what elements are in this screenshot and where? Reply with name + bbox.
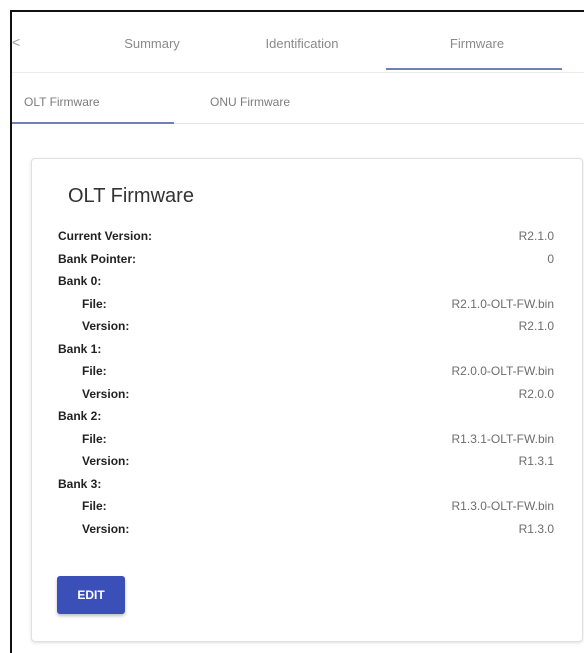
detail-row: Bank 1: <box>58 342 554 365</box>
tab-summary[interactable]: Summary <box>67 36 237 51</box>
detail-row: Bank 0: <box>58 274 554 297</box>
detail-value: R2.1.0-OLT-FW.bin <box>451 296 554 311</box>
detail-label: File: <box>82 364 107 378</box>
active-subtab-indicator <box>12 122 174 124</box>
detail-label: Bank 1: <box>58 341 102 356</box>
edit-button[interactable]: EDIT <box>57 576 125 614</box>
detail-value: R1.3.0 <box>518 521 554 536</box>
detail-row: File: R1.3.1-OLT-FW.bin <box>58 432 554 455</box>
tab-firmware[interactable]: Firmware <box>390 36 564 51</box>
firmware-subtabs: OLT Firmware ONU Firmware <box>12 72 584 124</box>
detail-row: File: R2.1.0-OLT-FW.bin <box>58 297 554 320</box>
main-tabs: Summary Identification Firmware <box>12 12 584 72</box>
detail-value: R1.3.0-OLT-FW.bin <box>451 499 554 513</box>
firmware-details: Current Version: R2.1.0 Bank Pointer: 0 Bank… <box>58 229 554 544</box>
detail-label: File: <box>82 431 107 446</box>
detail-row: File: R2.0.0-OLT-FW.bin <box>58 364 554 387</box>
detail-value: R2.1.0 <box>518 229 554 243</box>
detail-value: R2.0.0-OLT-FW.bin <box>451 364 554 378</box>
detail-row: Version: R1.3.1 <box>58 454 554 477</box>
detail-row: Bank 2: <box>58 409 554 432</box>
detail-label: Version: <box>82 521 130 536</box>
active-tab-indicator <box>386 68 562 70</box>
detail-label: File: <box>82 296 107 311</box>
tab-identification[interactable]: Identification <box>217 36 387 51</box>
card-title: OLT Firmware <box>68 185 194 207</box>
detail-row: Bank 3: <box>58 477 554 500</box>
detail-label: Bank 0: <box>58 274 102 288</box>
detail-value: 0 <box>547 251 554 266</box>
detail-row: Version: R1.3.0 <box>58 522 554 545</box>
app-frame: < Summary Identification Firmware OLT Fi… <box>10 10 584 653</box>
detail-label: Version: <box>82 319 130 333</box>
detail-row: Version: R2.1.0 <box>58 319 554 342</box>
tab-onu-firmware[interactable]: ONU Firmware <box>210 95 290 109</box>
detail-label: Version: <box>82 386 130 401</box>
detail-row: Current Version: R2.1.0 <box>58 229 554 252</box>
detail-row: Bank Pointer: 0 <box>58 252 554 275</box>
detail-label: Version: <box>82 454 130 468</box>
detail-value: R1.3.1 <box>518 454 554 468</box>
detail-value: R1.3.1-OLT-FW.bin <box>451 431 554 446</box>
detail-row: File: R1.3.0-OLT-FW.bin <box>58 499 554 522</box>
detail-label: Current Version: <box>58 229 153 243</box>
detail-value: R2.0.0 <box>518 386 554 401</box>
detail-label: Bank 2: <box>58 409 102 423</box>
detail-label: Bank Pointer: <box>58 251 137 266</box>
tab-olt-firmware[interactable]: OLT Firmware <box>24 95 100 109</box>
detail-label: Bank 3: <box>58 476 102 491</box>
olt-firmware-card: OLT Firmware Current Version: R2.1.0 Bank … <box>31 158 583 642</box>
detail-label: File: <box>82 499 107 513</box>
detail-row: Version: R2.0.0 <box>58 387 554 410</box>
detail-value: R2.1.0 <box>518 319 554 333</box>
